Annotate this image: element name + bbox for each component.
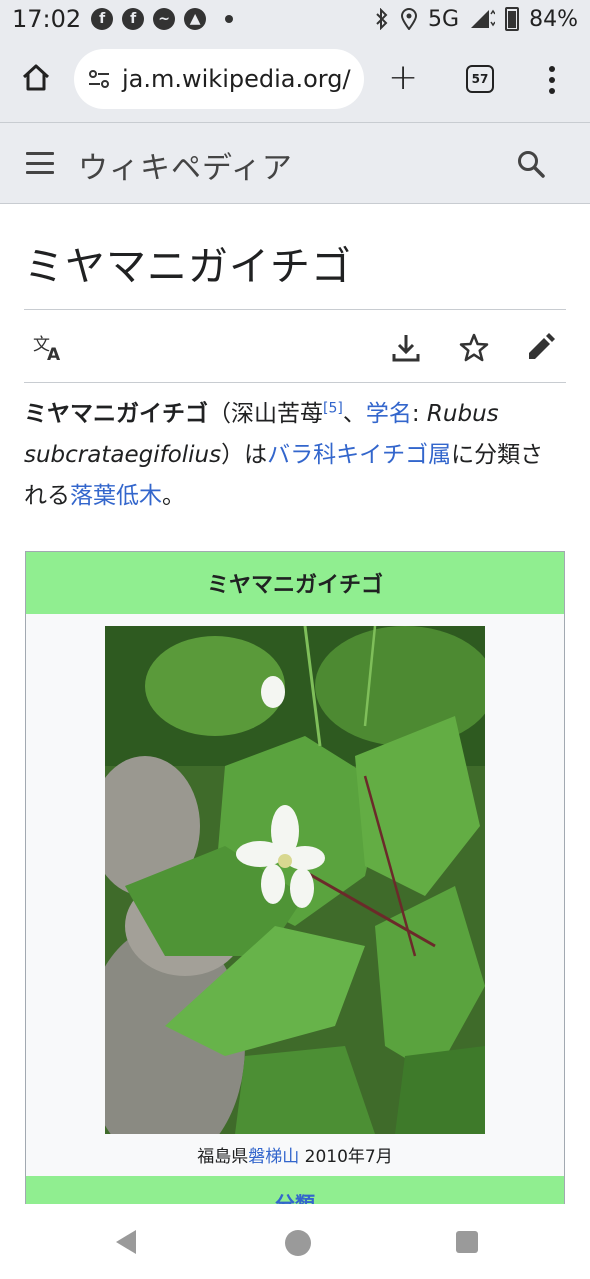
tab-count: 57 — [471, 72, 489, 86]
search-icon[interactable] — [516, 149, 546, 179]
address-bar[interactable]: ja.m.wikipedia.org/ — [74, 49, 364, 109]
signal-icon — [471, 9, 496, 28]
lead-text: : — [411, 401, 427, 427]
article-content: ミヤマニガイチゴ 文 A ミヤマニガイチゴ（深山苦苺[5]、学名: Rubus … — [0, 204, 590, 1204]
page-title: ミヤマニガイチゴ — [24, 244, 352, 290]
battery-icon — [505, 7, 520, 31]
caption-link[interactable]: 磐梯山 — [248, 1147, 299, 1167]
family-genus-link[interactable]: バラ科キイチゴ属 — [267, 442, 451, 468]
wiki-header: ウィキペディア — [0, 122, 590, 204]
bluetooth-icon — [376, 8, 388, 30]
page-actions: 文 A — [24, 310, 566, 382]
back-icon[interactable] — [116, 1230, 136, 1254]
lead-text: （深山苦苺 — [208, 401, 323, 427]
photo-caption: 福島県磐梯山 2010年7月 — [26, 1142, 564, 1167]
classification-header[interactable]: 分類 — [26, 1176, 564, 1204]
edit-pencil-icon[interactable] — [524, 332, 556, 364]
browser-toolbar: ja.m.wikipedia.org/ + 57 — [0, 38, 590, 122]
home-icon[interactable] — [20, 62, 52, 94]
wikipedia-wordmark[interactable]: ウィキペディア — [78, 143, 293, 187]
status-time: 17:02 — [12, 5, 82, 33]
reference-link[interactable]: [5] — [323, 400, 343, 416]
recent-apps-icon[interactable] — [456, 1231, 478, 1253]
scientific-name-link[interactable]: 学名 — [366, 401, 412, 427]
caption-text: 福島県 — [197, 1147, 249, 1167]
caption-text: 2010年7月 — [299, 1147, 393, 1167]
language-icon[interactable]: 文 A — [32, 332, 64, 364]
lead-bold-name: ミヤマニガイチゴ — [24, 401, 208, 427]
actions-divider — [24, 382, 566, 383]
new-tab-button[interactable]: + — [388, 60, 418, 96]
facebook-icon: f — [91, 8, 114, 30]
lead-text: ）は — [221, 442, 268, 468]
status-bar: 17:02 f f ~ ▲ 5G 84% — [0, 0, 590, 38]
location-icon — [401, 8, 418, 30]
home-circle-icon[interactable] — [285, 1230, 311, 1256]
download-icon[interactable] — [390, 332, 422, 364]
deciduous-shrub-link[interactable]: 落葉低木 — [70, 483, 162, 509]
lead-text: 。 — [162, 483, 185, 509]
network-type: 5G — [428, 6, 460, 32]
more-notifications-dot — [225, 15, 234, 23]
infobox: ミヤマニガイチゴ 福島県磐梯山 2010年7月 分類 — [25, 551, 565, 1204]
svg-text:A: A — [47, 345, 61, 364]
url-text: ja.m.wikipedia.org/ — [122, 65, 351, 93]
hamburger-menu-icon[interactable] — [26, 152, 54, 174]
lead-paragraph: ミヤマニガイチゴ（深山苦苺[5]、学名: Rubus subcrataegifo… — [24, 394, 564, 517]
tab-switcher-button[interactable]: 57 — [466, 65, 494, 93]
system-nav-bar — [0, 1204, 590, 1279]
messenger-icon: ~ — [153, 8, 176, 30]
browser-menu-icon[interactable] — [548, 66, 556, 94]
site-settings-icon[interactable] — [88, 70, 110, 88]
strava-icon: ▲ — [184, 8, 207, 30]
facebook-icon: f — [122, 8, 145, 30]
infobox-title: ミヤマニガイチゴ — [26, 552, 564, 614]
lead-text: 、 — [342, 401, 366, 427]
battery-percent: 84% — [529, 6, 578, 32]
star-icon[interactable] — [458, 332, 490, 364]
plant-photo[interactable] — [105, 626, 485, 1134]
